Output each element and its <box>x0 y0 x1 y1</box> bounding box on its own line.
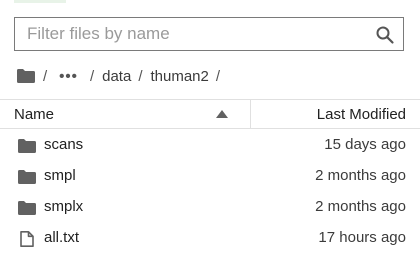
breadcrumb-separator: / <box>138 67 143 85</box>
file-row-smplx[interactable]: smplx 2 months ago <box>0 192 420 223</box>
breadcrumb: / ••• / data / thuman2 / <box>17 65 228 87</box>
file-name[interactable]: all.txt <box>44 229 79 246</box>
file-list: scans 15 days ago smpl 2 months ago smpl… <box>0 130 420 254</box>
filter-box[interactable] <box>14 17 404 51</box>
home-folder-icon[interactable] <box>17 69 35 83</box>
sort-ascending-icon[interactable] <box>216 110 228 118</box>
file-list-header: Name Last Modified <box>0 99 420 129</box>
folder-icon <box>18 170 36 184</box>
breadcrumb-ellipsis[interactable]: ••• <box>59 68 78 85</box>
text-file-icon <box>20 231 34 247</box>
file-modified: 17 hours ago <box>318 229 406 246</box>
breadcrumb-item-thuman2[interactable]: thuman2 <box>150 68 208 85</box>
breadcrumb-item-data[interactable]: data <box>102 68 131 85</box>
folder-icon <box>18 201 36 215</box>
breadcrumb-separator: / <box>89 67 95 85</box>
file-row-smpl[interactable]: smpl 2 months ago <box>0 161 420 192</box>
folder-icon <box>18 139 36 153</box>
column-header-last-modified[interactable]: Last Modified <box>317 106 406 123</box>
file-modified: 15 days ago <box>324 136 406 153</box>
file-modified: 2 months ago <box>315 167 406 184</box>
search-icon[interactable] <box>375 25 395 45</box>
column-divider[interactable] <box>250 100 251 129</box>
column-header-name[interactable]: Name <box>14 106 54 123</box>
file-row-all-txt[interactable]: all.txt 17 hours ago <box>0 223 420 254</box>
breadcrumb-separator: / <box>43 67 48 85</box>
file-row-scans[interactable]: scans 15 days ago <box>0 130 420 161</box>
file-name[interactable]: scans <box>44 136 83 153</box>
file-modified: 2 months ago <box>315 198 406 215</box>
top-accent-bar <box>14 0 66 3</box>
breadcrumb-separator: / <box>215 67 221 85</box>
file-name[interactable]: smpl <box>44 167 76 184</box>
filter-input[interactable] <box>15 18 367 50</box>
file-name[interactable]: smplx <box>44 198 83 215</box>
